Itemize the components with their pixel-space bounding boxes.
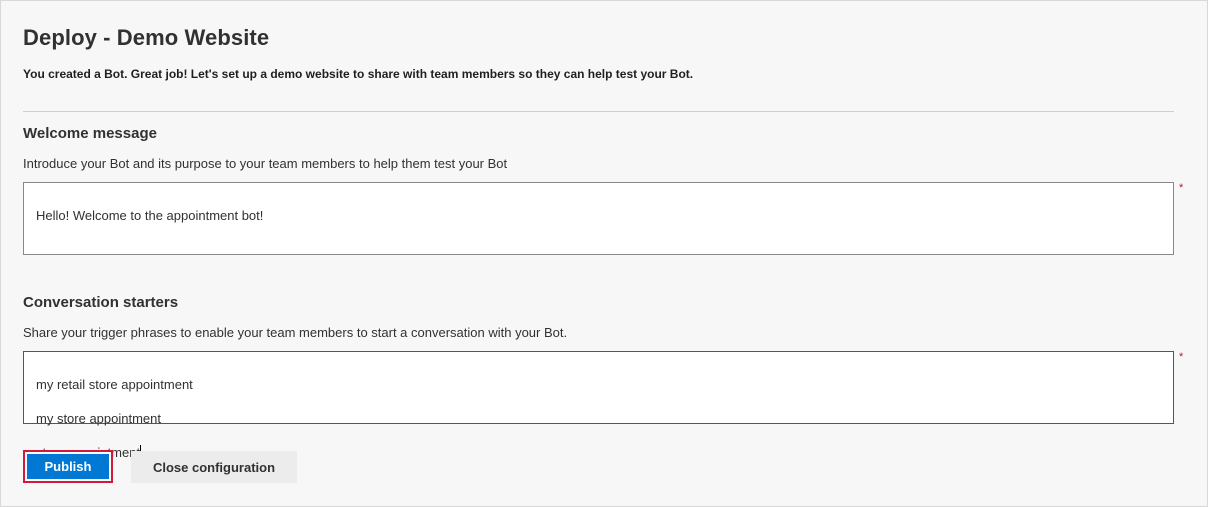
- page-subtitle: You created a Bot. Great job! Let's set …: [23, 67, 694, 81]
- conversation-starters-heading: Conversation starters: [23, 294, 179, 311]
- starters-required-mark: *: [1179, 351, 1184, 363]
- page-title: Deploy - Demo Website: [23, 25, 270, 50]
- publish-button-label: Publish: [25, 452, 111, 481]
- welcome-required-mark: *: [1179, 182, 1184, 194]
- conversation-starters-description: Share your trigger phrases to enable you…: [23, 325, 568, 340]
- close-configuration-button[interactable]: Close configuration: [131, 451, 297, 483]
- conversation-starters-input[interactable]: my retail store appointment my store app…: [23, 351, 1174, 460]
- welcome-message-description: Introduce your Bot and its purpose to yo…: [23, 156, 508, 171]
- starter-line: my store appointment: [36, 411, 162, 426]
- welcome-message-heading: Welcome message: [23, 125, 157, 142]
- publish-button[interactable]: Publish: [23, 450, 113, 483]
- deploy-panel: Deploy - Demo Website You created a Bot.…: [0, 0, 1208, 507]
- welcome-message-input[interactable]: Hello! Welcome to the appointment bot!: [23, 182, 1174, 255]
- welcome-message-value: Hello! Welcome to the appointment bot!: [36, 208, 264, 223]
- starter-line: my retail store appointment: [36, 377, 193, 392]
- divider: [23, 111, 1174, 112]
